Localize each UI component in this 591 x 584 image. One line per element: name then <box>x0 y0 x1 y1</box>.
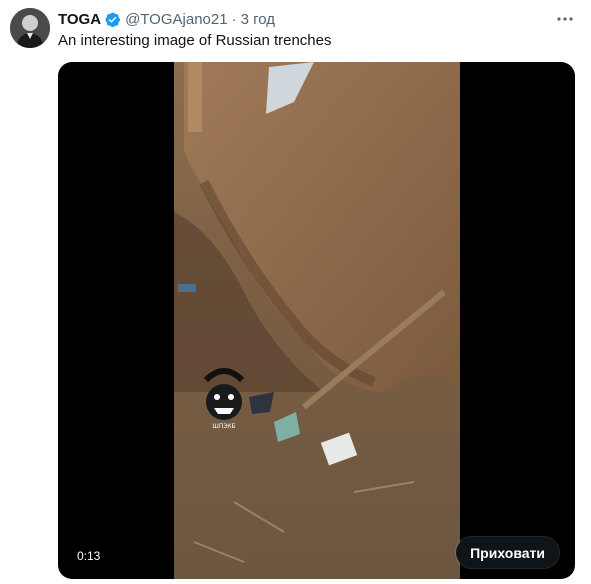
verified-badge-icon <box>104 11 121 28</box>
tweet-card[interactable]: TOGA @TOGAjano21 · 3 год An interesting … <box>0 0 591 584</box>
trench-scene-image: ШПЗКБ <box>174 62 460 579</box>
user-handle[interactable]: @TOGAjano21 <box>125 11 228 28</box>
display-name[interactable]: TOGA <box>58 11 101 28</box>
hide-media-button[interactable]: Приховати <box>456 537 559 568</box>
more-dots-icon[interactable] <box>555 9 575 29</box>
video-player[interactable]: ШПЗКБ 0:13 Приховати <box>58 62 575 579</box>
avatar[interactable] <box>10 8 50 48</box>
video-timestamp: 0:13 <box>74 547 104 565</box>
tweet-header: TOGA @TOGAjano21 · 3 год <box>58 9 275 29</box>
tweet-text: An interesting image of Russian trenches <box>58 32 332 49</box>
avatar-portrait-icon <box>10 8 50 48</box>
sticker-caption: ШПЗКБ <box>212 423 235 430</box>
post-time[interactable]: 3 год <box>241 11 275 28</box>
separator-dot: · <box>231 10 237 28</box>
video-frame[interactable]: ШПЗКБ <box>174 62 460 579</box>
